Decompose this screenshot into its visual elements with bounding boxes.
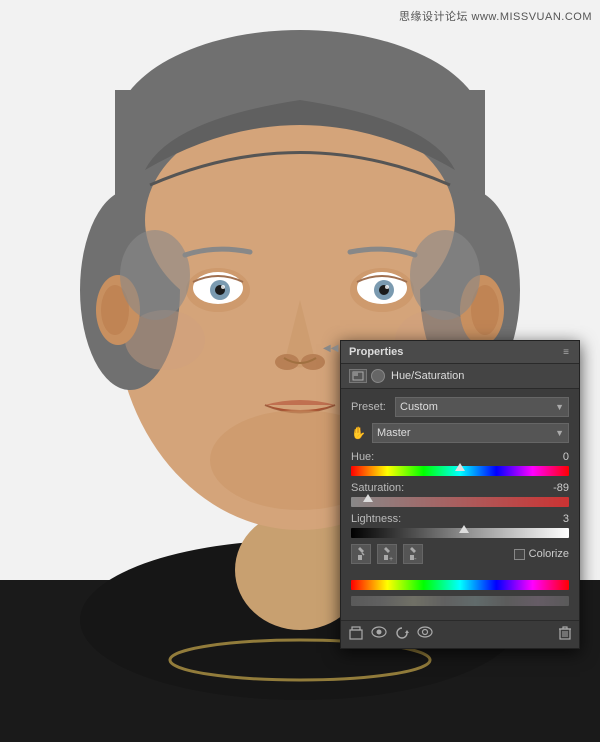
channel-value: Master [377,427,411,439]
preset-row: Preset: Custom ▼ [351,397,569,417]
preset-value: Custom [400,401,438,413]
layer-icon [349,369,367,383]
spectrum-section [351,580,569,606]
visibility-icon[interactable] [417,626,433,643]
eyedropper-btn[interactable] [351,544,371,564]
panel-controls: ≡ [561,347,571,358]
spectrum-bar-top [351,580,569,590]
lightness-label-row: Lightness: 3 [351,513,569,525]
lightness-section: Lightness: 3 [351,513,569,538]
colorize-row: Colorize [514,548,569,560]
lightness-label: Lightness: [351,513,401,525]
eyedropper-subtract-btn[interactable]: - [403,544,423,564]
panel-footer [341,620,579,648]
spectrum-bar-modified [351,596,569,606]
reset-icon[interactable] [395,626,409,643]
hue-value: 0 [563,451,569,463]
eyedropper-subtract-icon: - [407,547,419,561]
panel-subheader: Hue/Saturation [341,364,579,389]
saturation-label: Saturation: [351,482,404,494]
lightness-value: 3 [563,513,569,525]
svg-text:+: + [389,556,393,561]
hue-label: Hue: [351,451,374,463]
lightness-slider-track[interactable] [351,528,569,538]
preset-label: Preset: [351,401,389,413]
svg-text:-: - [414,554,417,561]
panel-menu-btn[interactable]: ≡ [561,347,571,358]
colorize-checkbox[interactable] [514,549,525,560]
saturation-section: Saturation: -89 [351,482,569,507]
saturation-track-bar [351,497,569,507]
eyedropper-row: + - [351,544,423,564]
watermark: 思缘设计论坛 www.MISSVUAN.COM [399,8,592,24]
panel-header: Properties ≡ [341,341,579,364]
lightness-slider-thumb[interactable] [459,525,469,533]
eyedropper-icon [355,547,367,561]
saturation-slider-thumb[interactable] [363,494,373,502]
eyedropper-add-icon: + [381,547,393,561]
channel-dropdown-arrow: ▼ [555,428,564,438]
colorize-label: Colorize [529,548,569,560]
saturation-slider-track[interactable] [351,497,569,507]
layer-type-icons [349,369,385,383]
properties-panel: Properties ≡ Hue/Saturation Preset: Cust… [340,340,580,649]
saturation-value: -89 [553,482,569,494]
panel-title: Properties [349,346,403,358]
adjustment-type-label: Hue/Saturation [391,370,464,382]
preset-dropdown[interactable]: Custom ▼ [395,397,569,417]
eye-icon[interactable] [371,626,387,643]
delete-icon[interactable] [559,626,571,643]
channel-row: ✋ Master ▼ [351,423,569,443]
channel-dropdown[interactable]: Master ▼ [372,423,569,443]
target-hand-icon[interactable]: ✋ [351,426,366,440]
preset-dropdown-arrow: ▼ [555,402,564,412]
panel-collapse-arrows[interactable]: ◀◀ [323,343,338,354]
footer-icons [349,626,433,643]
hue-slider-thumb[interactable] [455,463,465,471]
eyedropper-add-btn[interactable]: + [377,544,397,564]
hue-label-row: Hue: 0 [351,451,569,463]
adjustment-icon [371,369,385,383]
create-layer-icon[interactable] [349,626,363,643]
hue-slider-track[interactable] [351,466,569,476]
panel-body: Preset: Custom ▼ ✋ Master ▼ Hue: 0 [341,389,579,620]
saturation-label-row: Saturation: -89 [351,482,569,494]
hue-section: Hue: 0 [351,451,569,476]
